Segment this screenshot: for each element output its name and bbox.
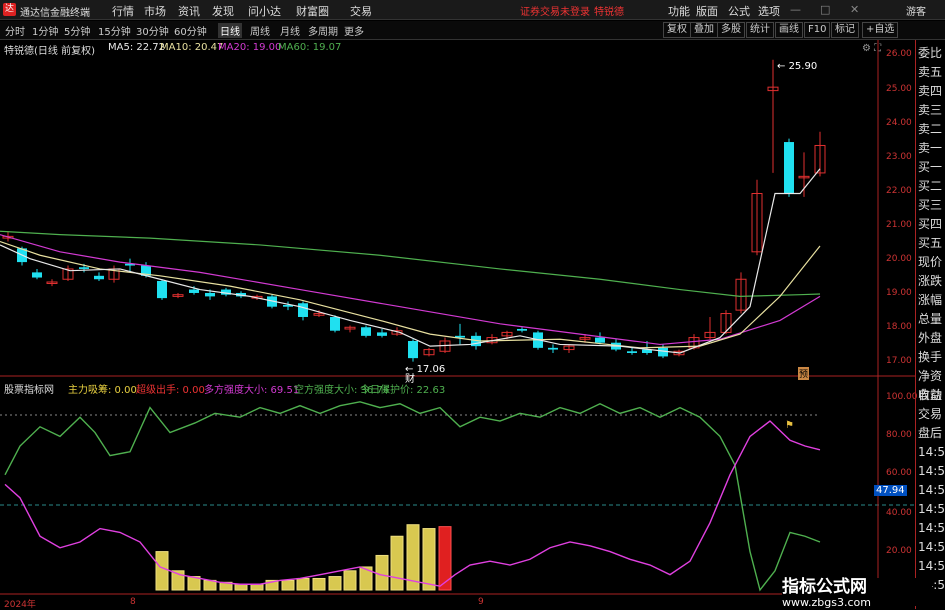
high-label: ← 25.90 [777, 61, 818, 72]
forecast-marker[interactable]: 预 [798, 367, 810, 380]
quote-label: 净资 [918, 369, 943, 383]
kline-chart[interactable]: ⚑ [0, 0, 945, 609]
volume-strength-bar [438, 526, 452, 591]
candle-body-down [94, 275, 104, 280]
candle-body-down [377, 332, 387, 336]
volume-strength-bar [250, 583, 264, 591]
volume-strength-bar [375, 554, 389, 591]
watermark-title: 指标公式网 [782, 577, 867, 597]
candle-body-down [330, 316, 340, 331]
volume-strength-bar [343, 570, 357, 591]
date-tick-sep: 9 [478, 597, 484, 607]
indicator-protect-price: 今日保护价: 22.63 [360, 385, 446, 396]
indicator-tick: 60.00 [886, 468, 912, 478]
candle-body-down [32, 272, 42, 278]
low-value: 17.06 [416, 364, 446, 375]
right-panel-divider [915, 40, 916, 609]
price-tick: 24.00 [886, 118, 912, 128]
volume-strength-bar [155, 551, 169, 591]
quote-label: 换手 [918, 350, 943, 364]
candle-body-down [79, 267, 89, 269]
tick-time: 14:50 [918, 559, 945, 573]
candle-body-down [408, 340, 418, 359]
date-tick-aug: 8 [130, 597, 136, 607]
indicator-tick: 100.00 [886, 392, 918, 402]
volume-strength-bar [281, 579, 295, 591]
quote-label: 买五 [918, 236, 943, 250]
quote-panel: 委比 卖五 卖四 卖三 卖二 卖一 买一 买二 买三 买四 买五 现价 涨跌 涨… [918, 44, 945, 405]
price-tick: 21.00 [886, 220, 912, 230]
tick-time: 14:50 [918, 445, 945, 459]
candle-body-down [157, 280, 167, 299]
trade-tick-panel: 自动 交易 盘后 14:50 14:50 14:50 14:50 14:50 1… [918, 386, 945, 595]
quote-label: 涨幅 [918, 293, 943, 307]
quote-label: 卖二 [918, 122, 943, 136]
candle-body-down [595, 337, 605, 343]
price-tick: 23.00 [886, 152, 912, 162]
tick-label[interactable]: 盘后 [918, 424, 945, 443]
candle-body-down [298, 303, 308, 317]
price-tick: 22.00 [886, 186, 912, 196]
candle-body-down [361, 327, 371, 336]
quote-label: 总量 [918, 312, 943, 326]
indicator-name[interactable]: 股票指标网 [4, 381, 54, 396]
volume-strength-bar [328, 576, 342, 591]
quote-label: 买一 [918, 160, 943, 174]
quote-label: 委比 [918, 46, 943, 60]
candle-body-down [627, 351, 637, 353]
price-tick: 18.00 [886, 322, 912, 332]
indicator-current-value: 47.94 [874, 485, 907, 496]
ma5-line [0, 168, 821, 354]
price-tick: 25.00 [886, 84, 912, 94]
quote-label: 外盘 [918, 331, 943, 345]
indicator-tick: 20.00 [886, 546, 912, 556]
price-tick: 20.00 [886, 254, 912, 264]
quote-label: 买四 [918, 217, 943, 231]
price-tick: 26.00 [886, 49, 912, 59]
volume-strength-bar [296, 577, 310, 591]
tick-time: 14:50 [918, 502, 945, 516]
candle-body-down [548, 347, 558, 350]
indicator-tick: 40.00 [886, 508, 912, 518]
ma20-line [0, 234, 821, 346]
indicator-super-shot: 超级出手: 0.00 [136, 385, 205, 396]
price-tick: 19.00 [886, 288, 912, 298]
indicator-main-absorb: 主力吸筹: 0.00 [68, 385, 137, 396]
volume-strength-bar [312, 577, 326, 591]
volume-strength-bar [390, 535, 404, 591]
quote-label: 卖五 [918, 65, 943, 79]
tick-label[interactable]: 自动 [918, 386, 945, 405]
tick-time: 14:50 [918, 521, 945, 535]
indicator-bull-strength: 多方强度大小: 69.51 [204, 385, 300, 396]
quote-label: 现价 [918, 255, 943, 269]
candle-body-down [658, 347, 668, 357]
quote-label: 买三 [918, 198, 943, 212]
tick-time: 14:50 [918, 540, 945, 554]
candle-body-down [189, 289, 199, 293]
date-tick-year: 2024年 [4, 600, 36, 610]
tick-label[interactable]: 交易 [918, 405, 945, 424]
high-value: 25.90 [788, 61, 818, 72]
volume-strength-bar [234, 583, 248, 591]
quote-label: 涨跌 [918, 274, 943, 288]
watermark-url: www.zbgs3.com [782, 596, 871, 609]
price-tick: 17.00 [886, 356, 912, 366]
indicator-signal-icon: ⚑ [785, 420, 794, 431]
quote-label: 卖三 [918, 103, 943, 117]
watermark: 指标公式网 www.zbgs3.com [782, 577, 932, 609]
indicator-tick: 80.00 [886, 430, 912, 440]
quote-label: 卖一 [918, 141, 943, 155]
tick-time: 14:50 [918, 464, 945, 478]
quote-label: 卖四 [918, 84, 943, 98]
tick-time: 14:50 [918, 483, 945, 497]
candle-body-down [205, 292, 215, 297]
ma60-line [0, 230, 821, 298]
ma10-line [0, 240, 821, 349]
quote-label: 买二 [918, 179, 943, 193]
candle-body-down [784, 142, 794, 194]
candle-body-down [517, 328, 527, 331]
volume-strength-bar [422, 528, 436, 591]
